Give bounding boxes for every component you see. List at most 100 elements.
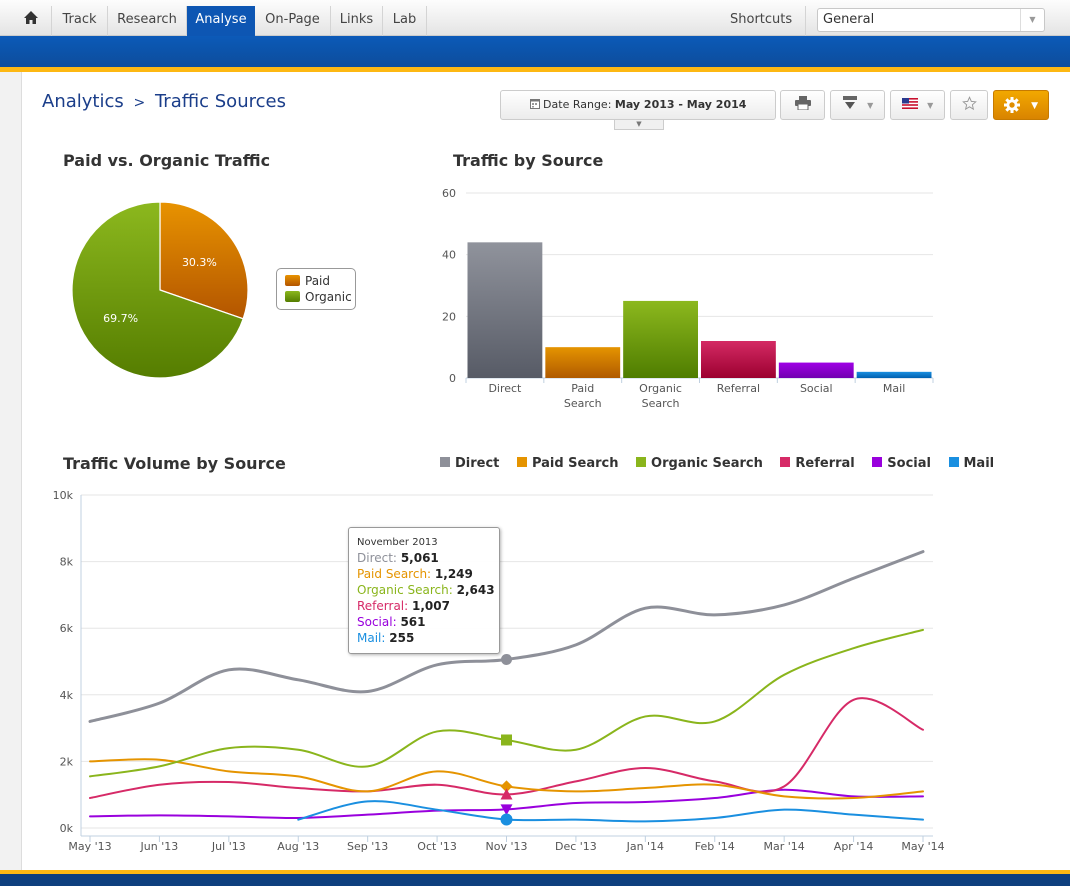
settings-menu-button[interactable]: ▼ xyxy=(993,90,1049,120)
legend-label: Referral xyxy=(795,456,855,471)
x-tick-label: Jan '14 xyxy=(626,840,664,853)
project-select[interactable]: General ▼ xyxy=(817,8,1045,32)
x-tick-label: Mar '14 xyxy=(764,840,805,853)
bar-direct[interactable] xyxy=(467,242,543,378)
y-tick-label: 0k xyxy=(60,822,74,835)
tooltip-row-referral: Referral: 1,007 xyxy=(357,599,450,613)
pie-chart: 30.3% 69.7% xyxy=(71,201,249,379)
shortcuts-link[interactable]: Shortcuts xyxy=(730,6,806,36)
pie-data-label: 69.7% xyxy=(103,312,138,325)
x-tick-label: Apr '14 xyxy=(834,840,874,853)
print-icon xyxy=(794,96,811,111)
x-tick-label: Sep '13 xyxy=(347,840,388,853)
x-tick-label: Referral xyxy=(717,382,760,395)
x-tick-label: Nov '13 xyxy=(486,840,528,853)
x-tick-label: Mail xyxy=(883,382,905,395)
date-range-button[interactable]: Date Range: May 2013 - May 2014 xyxy=(500,90,776,120)
home-tab[interactable] xyxy=(10,6,52,36)
tab-links[interactable]: Links xyxy=(331,6,383,36)
bar-social[interactable] xyxy=(778,362,854,378)
legend-label: Organic xyxy=(305,290,352,304)
line-series-organic-search[interactable] xyxy=(89,628,924,778)
legend-item-social[interactable]: Social xyxy=(872,456,931,471)
tab-lab[interactable]: Lab xyxy=(383,6,427,36)
chevron-down-icon[interactable]: ▼ xyxy=(1020,9,1044,31)
line-chart: 0k 2k 4k 6k 8k 10k May '13 Jun '13 Jul '13 Aug '1… xyxy=(53,489,945,853)
date-range-expand-toggle[interactable]: ▼ xyxy=(614,120,664,130)
marker-organic-search[interactable] xyxy=(501,734,512,746)
breadcrumb-root[interactable]: Analytics xyxy=(42,91,124,112)
marker-direct[interactable] xyxy=(501,653,512,665)
footer-bar xyxy=(0,874,1070,886)
x-tick-label: Paid xyxy=(571,382,594,395)
sub-nav-bar xyxy=(0,36,1070,67)
pie-legend: Paid Organic xyxy=(276,268,356,310)
tooltip-row-direct: Direct: 5,061 xyxy=(357,551,439,565)
home-icon xyxy=(23,11,38,24)
line-series-mail[interactable] xyxy=(297,800,924,823)
bar-paid-search[interactable] xyxy=(545,347,621,378)
tab-track[interactable]: Track xyxy=(52,6,108,36)
date-range-value: May 2013 - May 2014 xyxy=(614,98,747,111)
country-select-button[interactable]: ▼ xyxy=(890,90,945,120)
export-button[interactable]: ▼ xyxy=(830,90,885,120)
tab-on-page[interactable]: On-Page xyxy=(255,6,331,36)
x-tick-label: Search xyxy=(564,397,602,410)
bar-chart: 0 20 40 60 Direct Paid Search Organic Search Refe… xyxy=(442,187,934,410)
line-chart-title: Traffic Volume by Source xyxy=(63,454,286,473)
legend-swatch xyxy=(636,457,647,467)
pie-legend-item-paid[interactable]: Paid xyxy=(285,273,347,289)
pie-legend-item-organic[interactable]: Organic xyxy=(285,289,352,305)
accent-stripe xyxy=(0,67,1070,72)
gear-icon xyxy=(1003,97,1020,113)
breadcrumb: Analytics > Traffic Sources xyxy=(42,91,286,112)
legend-label: Social xyxy=(887,456,931,471)
chart-tooltip: November 2013 Direct: 5,061 Paid Search:… xyxy=(348,527,500,654)
tooltip-row-paid-search: Paid Search: 1,249 xyxy=(357,567,473,581)
pie-data-label: 30.3% xyxy=(182,256,217,269)
breadcrumb-current: Traffic Sources xyxy=(154,91,286,112)
x-tick-label: May '13 xyxy=(68,840,111,853)
date-range-label: Date Range: xyxy=(543,98,612,111)
legend-swatch xyxy=(780,457,791,467)
left-sidebar-strip xyxy=(0,72,22,872)
print-button[interactable] xyxy=(780,90,825,120)
chevron-down-icon: ▼ xyxy=(927,101,934,110)
project-select-value: General xyxy=(823,12,875,27)
y-tick-label: 2k xyxy=(60,755,74,768)
tooltip-title: November 2013 xyxy=(357,537,438,548)
chevron-down-icon: ▼ xyxy=(867,101,874,110)
line-series-direct[interactable] xyxy=(88,550,925,723)
bar-mail[interactable] xyxy=(856,371,932,378)
y-tick-label: 20 xyxy=(442,310,456,323)
tab-analyse[interactable]: Analyse xyxy=(187,6,255,36)
x-tick-label: Organic xyxy=(639,382,682,395)
legend-item-paid-search[interactable]: Paid Search xyxy=(516,456,619,471)
favorite-button[interactable] xyxy=(950,90,988,120)
x-tick-label: Search xyxy=(642,397,680,410)
export-icon xyxy=(842,96,857,109)
marker-mail[interactable] xyxy=(500,813,513,826)
legend-swatch xyxy=(285,275,300,286)
legend-swatch xyxy=(285,291,300,302)
bar-organic-search[interactable] xyxy=(623,300,698,378)
legend-item-direct[interactable]: Direct xyxy=(440,456,499,471)
y-tick-label: 4k xyxy=(60,689,74,702)
legend-swatch xyxy=(516,457,527,467)
y-tick-label: 8k xyxy=(60,556,74,569)
tooltip-row-social: Social: 561 xyxy=(357,615,426,629)
legend-item-mail[interactable]: Mail xyxy=(948,456,994,471)
us-flag-icon xyxy=(901,98,918,109)
legend-swatch xyxy=(872,457,883,467)
x-tick-label: Social xyxy=(800,382,833,395)
legend-item-referral[interactable]: Referral xyxy=(780,456,855,471)
tab-research[interactable]: Research xyxy=(108,6,187,36)
legend-item-organic-search[interactable]: Organic Search xyxy=(636,456,763,471)
bar-referral[interactable] xyxy=(701,341,776,378)
x-tick-label: Dec '13 xyxy=(555,840,597,853)
tooltip-row-mail: Mail: 255 xyxy=(357,631,415,645)
y-tick-label: 0 xyxy=(449,372,456,385)
x-tick-label: Oct '13 xyxy=(417,840,457,853)
x-tick-label: Jun '13 xyxy=(140,840,179,853)
x-tick-label: Jul '13 xyxy=(211,840,246,853)
